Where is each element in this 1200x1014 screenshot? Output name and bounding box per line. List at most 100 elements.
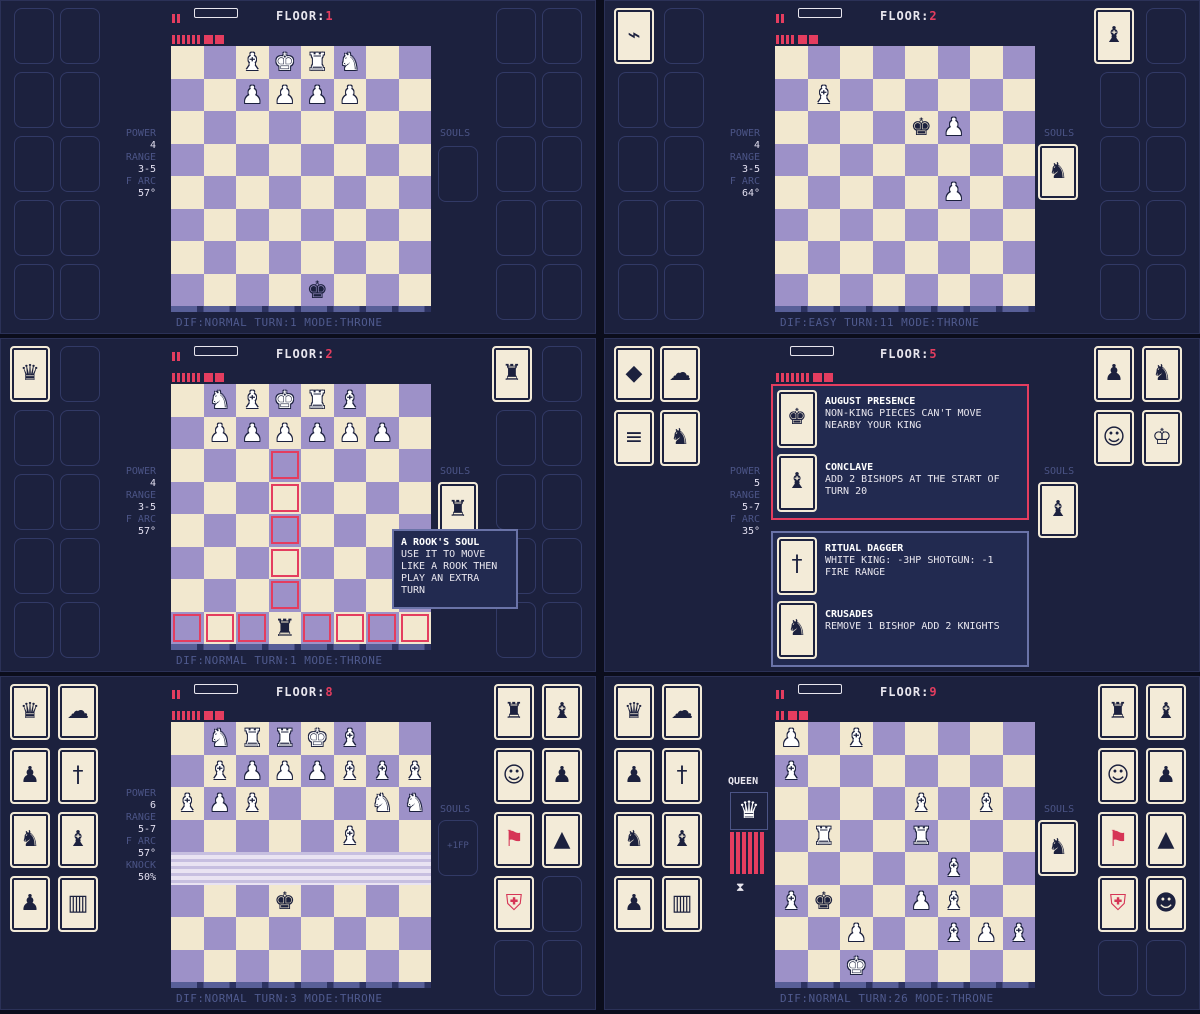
board-square[interactable] <box>398 884 431 917</box>
item-card-crown[interactable]: ♛ <box>614 684 654 740</box>
board-square[interactable] <box>301 917 334 950</box>
board-square[interactable] <box>333 111 366 144</box>
board-square[interactable] <box>840 241 873 274</box>
board-square[interactable] <box>333 208 366 241</box>
board-square[interactable] <box>236 949 269 982</box>
player-king[interactable]: ♚ <box>301 274 334 307</box>
item-card-bird[interactable]: ♞ <box>660 410 700 466</box>
board-square[interactable] <box>1002 78 1035 111</box>
board-square[interactable] <box>171 208 204 241</box>
board-square[interactable] <box>905 241 938 274</box>
board-square[interactable] <box>970 241 1003 274</box>
board-square[interactable] <box>203 579 236 612</box>
board-square[interactable] <box>937 273 970 306</box>
board-square[interactable] <box>872 46 905 79</box>
board-square[interactable] <box>301 111 334 144</box>
board-square[interactable] <box>203 917 236 950</box>
board-square[interactable] <box>366 176 399 209</box>
board-square[interactable] <box>203 176 236 209</box>
board-square[interactable] <box>970 78 1003 111</box>
board-square[interactable] <box>398 852 431 885</box>
board-square[interactable] <box>203 449 236 482</box>
move-highlight[interactable] <box>303 613 331 642</box>
board-square[interactable] <box>171 514 204 547</box>
board-square[interactable] <box>970 819 1003 852</box>
board-square[interactable] <box>970 884 1003 917</box>
board-square[interactable] <box>872 819 905 852</box>
board-square[interactable] <box>775 208 808 241</box>
board-square[interactable] <box>937 722 970 755</box>
board-square[interactable] <box>203 111 236 144</box>
move-highlight[interactable] <box>270 451 299 479</box>
enemy-card-queen-face[interactable]: ☺ <box>1098 748 1138 804</box>
board-square[interactable] <box>872 111 905 144</box>
board-square[interactable] <box>398 208 431 241</box>
enemy-card-mountain[interactable]: ▲ <box>542 812 582 868</box>
move-highlight[interactable] <box>400 613 429 642</box>
item-card-bird[interactable]: ♞ <box>614 812 654 868</box>
board-square[interactable] <box>937 819 970 852</box>
item-card-bird[interactable]: ♞ <box>10 812 50 868</box>
board-square[interactable] <box>268 241 301 274</box>
board-square[interactable] <box>398 143 431 176</box>
board-square[interactable] <box>807 208 840 241</box>
player-king[interactable]: ♚ <box>905 111 938 144</box>
board-square[interactable] <box>171 884 204 917</box>
board-square[interactable] <box>872 949 905 982</box>
board-square[interactable] <box>970 176 1003 209</box>
board-square[interactable] <box>171 481 204 514</box>
board-square[interactable] <box>366 111 399 144</box>
item-card-scroll[interactable]: ≡ <box>614 410 654 466</box>
board-square[interactable] <box>333 273 366 306</box>
board-square[interactable] <box>937 787 970 820</box>
board-square[interactable] <box>872 884 905 917</box>
board-square[interactable] <box>268 819 301 852</box>
board-square[interactable] <box>236 514 269 547</box>
board-square[interactable] <box>301 514 334 547</box>
board-square[interactable] <box>236 579 269 612</box>
board-square[interactable] <box>236 176 269 209</box>
board-square[interactable] <box>236 852 269 885</box>
board-square[interactable] <box>840 819 873 852</box>
player-king[interactable]: ♚ <box>808 885 841 918</box>
board-square[interactable] <box>775 111 808 144</box>
enemy-card-masks[interactable]: ☻ <box>1146 876 1186 932</box>
board-square[interactable] <box>171 819 204 852</box>
board-square[interactable] <box>333 949 366 982</box>
chess-board[interactable]: ♞ ♜ ♜ ♚ ♝ ♝ ♟ ♟ ♟ ♝ ♝ ♝ ♝ ♟ ♝ ♞ ♞ ♝ ♚ <box>171 722 431 982</box>
board-square[interactable] <box>171 722 204 755</box>
move-highlight[interactable] <box>270 483 299 512</box>
board-square[interactable] <box>333 176 366 209</box>
item-card-crystal[interactable]: ◆ <box>614 346 654 402</box>
enemy-card-horse[interactable]: ♞ <box>1142 346 1182 402</box>
board-square[interactable] <box>398 917 431 950</box>
board-square[interactable] <box>1002 787 1035 820</box>
board-square[interactable] <box>268 111 301 144</box>
enemy-card-pawn[interactable]: ♟ <box>1094 346 1134 402</box>
move-highlight[interactable] <box>368 613 396 642</box>
item-card-cloud[interactable]: ☁ <box>660 346 700 402</box>
board-square[interactable] <box>171 546 204 579</box>
move-highlight[interactable] <box>238 613 266 642</box>
board-square[interactable] <box>333 852 366 885</box>
enemy-card-queen-face[interactable]: ☺ <box>494 748 534 804</box>
board-square[interactable] <box>840 208 873 241</box>
board-square[interactable] <box>775 78 808 111</box>
player-king[interactable]: ♚ <box>269 885 302 918</box>
board-square[interactable] <box>333 143 366 176</box>
board-square[interactable] <box>268 208 301 241</box>
board-square[interactable] <box>171 143 204 176</box>
board-square[interactable] <box>775 143 808 176</box>
board-square[interactable] <box>905 852 938 885</box>
board-square[interactable] <box>872 722 905 755</box>
board-square[interactable] <box>970 722 1003 755</box>
board-square[interactable] <box>366 241 399 274</box>
board-square[interactable] <box>171 78 204 111</box>
board-square[interactable] <box>398 46 431 79</box>
item-card-pawns[interactable]: ♟ <box>614 876 654 932</box>
board-square[interactable] <box>366 143 399 176</box>
board-square[interactable] <box>203 241 236 274</box>
board-square[interactable] <box>937 754 970 787</box>
board-square[interactable] <box>301 852 334 885</box>
board-square[interactable] <box>775 917 808 950</box>
